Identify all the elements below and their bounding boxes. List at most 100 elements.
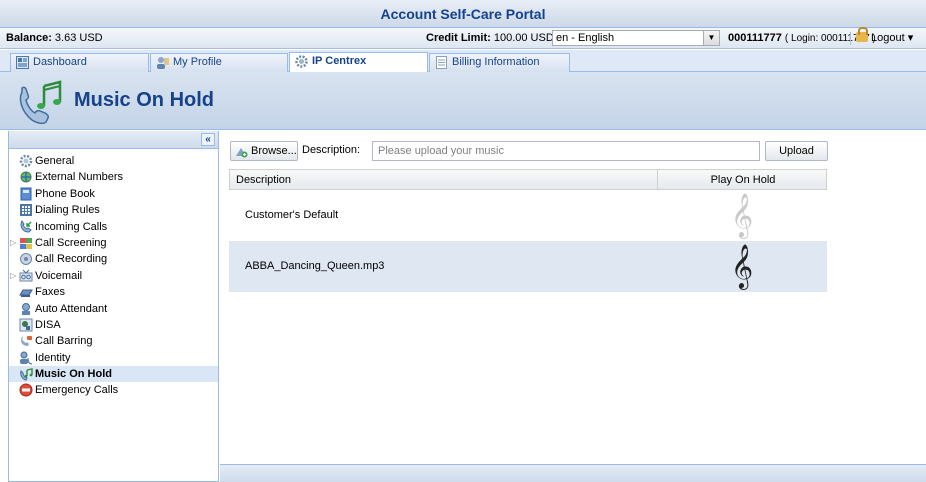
portal-title-bar: Account Self-Care Portal	[0, 0, 926, 28]
chevron-down-icon[interactable]: ▼	[703, 31, 719, 45]
sidebar-item-general[interactable]: General	[9, 153, 218, 169]
table-row[interactable]: Customer's Default 𝄞	[229, 190, 827, 241]
tab-ip-centrex[interactable]: IP Centrex	[289, 52, 428, 73]
logout-label: Logout	[871, 32, 905, 44]
tab-billing-information[interactable]: Billing Information	[429, 53, 570, 72]
tab-label: Dashboard	[33, 56, 87, 68]
expand-icon[interactable]: ▷	[10, 268, 16, 284]
dashboard-icon	[16, 56, 29, 69]
browse-label: Browse...	[251, 145, 297, 157]
sidebar-item-label: Identity	[35, 351, 71, 364]
main-tab-bar: Dashboard My Profile IP Centrex Billing …	[0, 50, 926, 73]
description-input[interactable]: Please upload your music	[372, 141, 760, 161]
document-icon	[436, 56, 447, 69]
sidebar-item-call-recording[interactable]: Call Recording	[9, 251, 218, 267]
sidebar-item-label: DISA	[35, 318, 61, 331]
chevron-down-icon[interactable]: ▾	[908, 32, 914, 44]
fax-icon	[19, 289, 33, 298]
collapse-sidebar-button[interactable]: «	[201, 133, 215, 146]
sidebar-item-music-on-hold[interactable]: Music On Hold	[9, 366, 218, 383]
balance: Balance: 3.63 USD	[6, 32, 103, 44]
sidebar-item-voicemail[interactable]: ▷ Voicemail	[9, 268, 218, 284]
tab-label: My Profile	[173, 56, 222, 68]
description-placeholder: Please upload your music	[378, 145, 504, 157]
row-description: ABBA_Dancing_Queen.mp3	[245, 260, 385, 272]
user-icon	[157, 57, 169, 69]
keypad-icon	[20, 204, 32, 217]
grid-header: Description Play On Hold	[229, 169, 827, 190]
browse-button[interactable]: Browse...	[230, 141, 298, 161]
sidebar-item-label: Call Screening	[35, 236, 107, 249]
language-select[interactable]: en - English ▼	[552, 30, 720, 46]
column-header-description[interactable]: Description	[236, 174, 291, 186]
sidebar-item-label: Voicemail	[35, 269, 83, 282]
upload-label: Upload	[779, 145, 814, 157]
gear-icon	[295, 55, 308, 68]
sidebar-item-disa[interactable]: DISA	[9, 317, 218, 333]
sidebar-item-label: Dialing Rules	[35, 204, 100, 217]
phone-music-icon	[19, 80, 62, 125]
column-header-play-on-hold[interactable]: Play On Hold	[658, 174, 828, 186]
tab-label: IP Centrex	[312, 55, 367, 67]
description-label: Description:	[302, 144, 361, 156]
upload-button[interactable]: Upload	[765, 141, 828, 161]
recording-icon	[20, 253, 32, 266]
sidebar-item-call-screening[interactable]: ▷ Call Screening	[9, 235, 218, 251]
sidebar-item-external-numbers[interactable]: External Numbers	[9, 169, 218, 185]
music-on-hold-panel: Browse... Description: Please upload you…	[220, 131, 926, 482]
lock-icon	[856, 27, 868, 42]
gear-icon	[19, 154, 33, 168]
upload-toolbar: Browse... Description: Please upload you…	[230, 141, 828, 163]
sidebar-item-label: Faxes	[35, 286, 65, 299]
sidebar-item-label: Incoming Calls	[35, 220, 108, 233]
network-icon	[20, 171, 32, 183]
sidebar-item-faxes[interactable]: Faxes	[9, 284, 218, 300]
add-file-icon	[236, 148, 248, 158]
credit-limit: Credit Limit: 100.00 USD	[426, 32, 554, 44]
tab-label: Billing Information	[452, 56, 540, 68]
expand-icon[interactable]: ▷	[10, 235, 16, 251]
emergency-icon	[19, 383, 33, 397]
panel-footer	[220, 464, 926, 482]
sidebar-item-label: Auto Attendant	[35, 302, 108, 315]
sidebar-item-auto-attendant[interactable]: Auto Attendant	[9, 301, 218, 317]
tab-dashboard[interactable]: Dashboard	[10, 53, 149, 72]
sidebar-item-label: Call Recording	[35, 253, 108, 266]
account-info-bar: Balance: 3.63 USD Credit Limit: 100.00 U…	[0, 27, 926, 49]
sidebar-item-label: Emergency Calls	[35, 384, 119, 397]
sidebar-item-call-barring[interactable]: Call Barring	[9, 333, 218, 349]
book-icon	[20, 187, 32, 201]
logout-button[interactable]: Logout ▾	[856, 27, 914, 48]
barring-icon	[21, 336, 32, 347]
music-grid: Description Play On Hold Customer's Defa…	[229, 169, 827, 292]
tab-my-profile[interactable]: My Profile	[150, 53, 288, 72]
sidebar-item-emergency-calls[interactable]: Emergency Calls	[9, 382, 218, 398]
account-number: 000111777	[728, 32, 782, 44]
incoming-call-icon	[20, 219, 32, 233]
balance-value: 3.63 USD	[54, 32, 103, 44]
treble-clef-icon[interactable]: 𝄞	[657, 192, 827, 238]
treble-clef-icon[interactable]: 𝄞	[657, 243, 827, 289]
divider	[850, 32, 851, 45]
page-header: Music On Hold	[0, 72, 926, 130]
sidebar-item-label: Phone Book	[35, 187, 95, 200]
sidebar: « General External Numbers Phone Book Di…	[8, 131, 219, 482]
sidebar-item-label: Music On Hold	[35, 368, 112, 381]
sidebar-item-dialing-rules[interactable]: Dialing Rules	[9, 202, 218, 218]
sidebar-item-label: Call Barring	[35, 335, 93, 348]
sidebar-item-label: External Numbers	[35, 171, 124, 184]
language-value: en - English	[556, 32, 615, 44]
sidebar-item-phone-book[interactable]: Phone Book	[9, 186, 218, 202]
account-id: 000111777 ( Login: 000111777 )	[728, 28, 876, 49]
sidebar-item-label: General	[35, 155, 75, 167]
sidebar-nav: General External Numbers Phone Book Dial…	[9, 153, 218, 399]
table-row[interactable]: ABBA_Dancing_Queen.mp3 𝄞	[229, 241, 827, 292]
music-icon	[20, 368, 33, 381]
voicemail-icon	[19, 269, 33, 282]
portal-title: Account Self-Care Portal	[380, 6, 546, 22]
page-title: Music On Hold	[74, 89, 214, 111]
sidebar-item-identity[interactable]: Identity	[9, 350, 218, 366]
credit-limit-value: 100.00 USD	[493, 32, 554, 44]
sidebar-item-incoming-calls[interactable]: Incoming Calls	[9, 219, 218, 235]
identity-icon	[20, 351, 33, 365]
